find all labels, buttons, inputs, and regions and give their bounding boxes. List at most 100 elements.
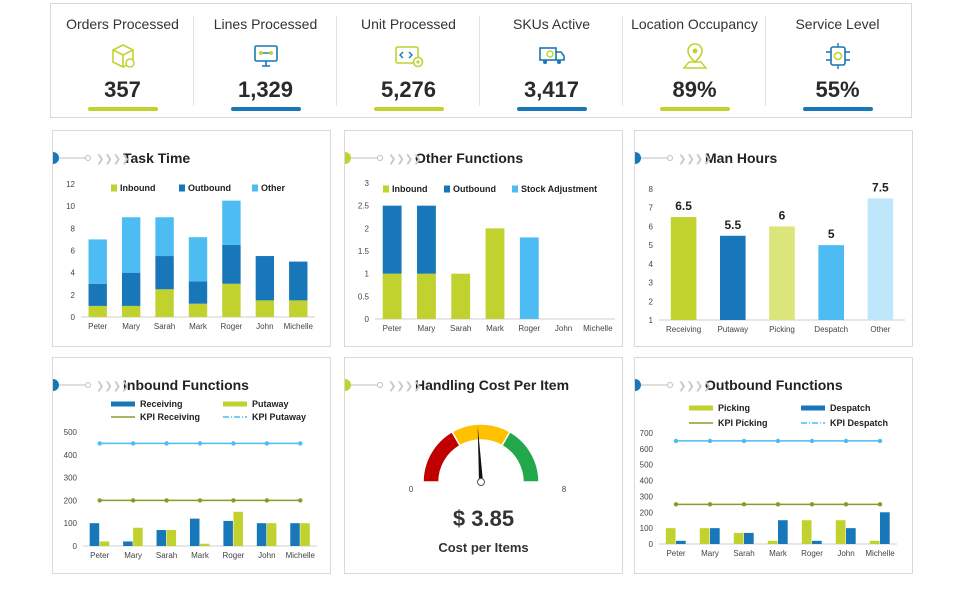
x-tick-label: Roger: [221, 322, 243, 331]
kpi-title: Service Level: [795, 16, 880, 32]
bar-segment: [188, 303, 208, 317]
y-tick-label: 300: [64, 474, 78, 483]
kpi-marker: [673, 502, 679, 507]
kpi-title: Lines Processed: [213, 16, 318, 32]
truck-search-icon: [539, 47, 565, 64]
x-tick-label: Mary: [418, 324, 436, 333]
x-tick-label: Roger: [518, 324, 540, 333]
x-tick-label: Michelle: [284, 322, 314, 331]
y-tick-label: 500: [64, 428, 78, 437]
kpi-marker: [707, 502, 713, 507]
bar: [880, 512, 890, 544]
map-pin-icon: [682, 43, 708, 69]
kpi-marker: [164, 498, 169, 503]
y-tick-label: 1: [649, 316, 654, 325]
x-tick-label: Sarah: [154, 322, 175, 331]
man-hours-panel: Man Hours ❯❯❯❯ 1 2 3 4 5 6 7 8 Receiving Putaway Pi…: [634, 130, 913, 347]
y-tick-label: 2: [365, 224, 370, 233]
data-label: 6.5: [675, 199, 692, 213]
y-tick-label: 200: [640, 508, 654, 517]
y-tick-label: 3: [649, 279, 654, 288]
x-tick-label: Peter: [90, 551, 109, 560]
bar-segment: [188, 237, 208, 282]
kpi-value: 89%: [672, 77, 717, 102]
legend-swatch: [179, 184, 185, 192]
y-tick-label: 1.5: [358, 247, 370, 256]
x-tick-label: Sarah: [450, 324, 471, 333]
bar-segment: [289, 261, 308, 301]
legend-label: KPI Putaway: [252, 412, 306, 422]
kpi-marker: [264, 498, 270, 503]
legend-label: Receiving: [140, 399, 183, 409]
x-tick-label: John: [837, 549, 854, 558]
y-tick-label: 200: [64, 496, 78, 505]
y-tick-label: 0.5: [358, 292, 370, 301]
bar-segment: [382, 273, 402, 319]
x-tick-label: Putaway: [717, 325, 748, 334]
bar: [676, 540, 686, 544]
kpi-skus-active[interactable]: SKUs Active 3,417: [480, 4, 623, 117]
legend-swatch: [801, 405, 825, 411]
y-tick-label: 0: [365, 315, 370, 324]
legend-swatch: [383, 185, 389, 193]
gauge-subtitle: Cost per Items: [438, 540, 529, 555]
data-label: 5.5: [724, 218, 741, 232]
kpi-marker: [843, 502, 849, 507]
y-tick-label: 100: [64, 519, 78, 528]
bar: [699, 528, 710, 544]
box-icon: [112, 44, 135, 68]
x-tick-label: Picking: [769, 325, 795, 334]
kpi-marker: [775, 502, 781, 507]
x-tick-label: John: [258, 551, 275, 560]
bar-segment: [451, 273, 471, 319]
bar-segment: [289, 300, 308, 317]
kpi-marker: [775, 438, 781, 444]
x-tick-label: Roger: [801, 549, 823, 558]
legend-swatch: [111, 401, 135, 407]
inbound-functions-chart: ❯❯❯❯ 0 100 200 300 400 500 Peter Mary Sarah Mark Ro…: [53, 379, 317, 560]
kpi-location-occupancy[interactable]: Location Occupancy 89%: [623, 4, 766, 117]
kpi-underline: [231, 107, 301, 111]
y-tick-label: 7: [649, 204, 654, 213]
kpi-marker: [130, 441, 136, 446]
kpi-unit-processed[interactable]: Unit Processed 5,276: [337, 4, 480, 117]
bar: [835, 520, 846, 544]
header-ring: [667, 155, 673, 161]
kpi-orders-processed[interactable]: Orders Processed 357: [51, 4, 194, 117]
header-ring: [377, 382, 383, 388]
x-tick-label: Michelle: [286, 551, 316, 560]
kpi-marker: [264, 441, 270, 446]
other-functions-chart: ❯❯❯❯ 0 0.5 1 1.5 2 2.5 3 Peter Mary Sarah Mark Roger…: [345, 152, 615, 333]
x-tick-label: Michelle: [583, 324, 613, 333]
kpi-title: Location Occupancy: [631, 16, 758, 32]
bar: [665, 528, 676, 544]
bar: [290, 523, 300, 546]
y-tick-label: 12: [66, 180, 75, 189]
y-tick-label: 0: [649, 540, 654, 549]
y-tick-label: 6: [71, 247, 76, 256]
kpi-marker: [673, 438, 679, 444]
x-tick-label: Mark: [189, 322, 208, 331]
y-tick-label: 6: [649, 222, 654, 231]
y-tick-label: 5: [649, 241, 654, 250]
y-tick-label: 400: [64, 451, 78, 460]
x-tick-label: Mark: [486, 324, 505, 333]
kpi-marker: [97, 441, 102, 446]
kpi-value: 55%: [815, 77, 860, 102]
legend-label: Outbound: [453, 184, 496, 194]
bar: [256, 523, 267, 546]
legend-label: Inbound: [120, 183, 156, 193]
bar-segment: [222, 200, 241, 245]
inbound-functions-panel: Inbound Functions ❯❯❯❯ 0 100 200 300 400 500 Pe…: [52, 357, 331, 574]
kpi-lines-processed[interactable]: Lines Processed 1,329: [194, 4, 337, 117]
chevrons-icon: ❯❯❯❯: [388, 154, 422, 165]
gauge-band: [500, 430, 540, 483]
bar-segment: [255, 300, 275, 317]
kpi-service-level[interactable]: Service Level 55%: [766, 4, 909, 117]
bar: [767, 540, 778, 544]
y-tick-label: 300: [640, 492, 654, 501]
x-tick-label: Michelle: [865, 549, 895, 558]
bar: [189, 518, 200, 546]
kpi-title: SKUs Active: [512, 16, 591, 32]
x-tick-label: Sarah: [733, 549, 754, 558]
